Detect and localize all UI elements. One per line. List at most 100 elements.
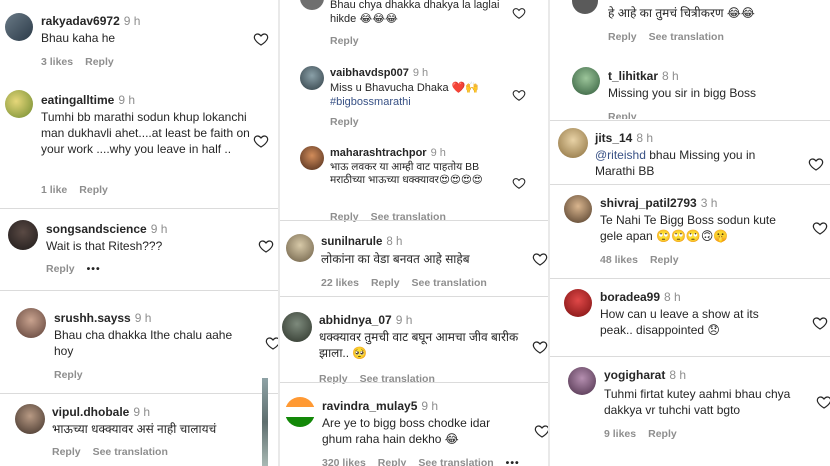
divider (550, 356, 830, 357)
username-text[interactable]: boradea99 (600, 290, 660, 304)
comment-username[interactable]: rakyadav6972 9 h (41, 14, 140, 28)
avatar[interactable] (564, 195, 592, 223)
see-translation-link[interactable]: See translation (360, 373, 435, 385)
more-options-icon[interactable]: ••• (506, 457, 520, 466)
heart-icon[interactable] (512, 176, 526, 190)
comment-username[interactable]: songsandscience 9 h (46, 222, 167, 236)
comment-username[interactable]: maharashtrachpor 9 h (330, 147, 446, 159)
comment-username[interactable]: abhidnya_07 9 h (319, 313, 412, 327)
comment-time: 8 h (386, 236, 403, 248)
username-text[interactable]: songsandscience (46, 222, 147, 236)
heart-icon[interactable] (532, 339, 548, 355)
comment-username[interactable]: t_lihitkar 8 h (608, 69, 679, 83)
comment-username[interactable]: yogigharat 8 h (604, 368, 686, 382)
username-text[interactable]: vaibhavdsp007 (330, 67, 409, 79)
heart-icon[interactable] (253, 31, 269, 47)
reply-button[interactable]: Reply (319, 373, 348, 385)
comment-meta: Reply (330, 116, 371, 128)
reply-button[interactable]: Reply (79, 184, 108, 196)
heart-icon[interactable] (812, 220, 828, 236)
username-text[interactable]: sunilnarule (321, 236, 382, 248)
comment-time: 8 h (636, 131, 654, 145)
username-text[interactable]: vipul.dhobale (52, 405, 129, 419)
reply-button[interactable]: Reply (608, 111, 637, 119)
divider (280, 382, 548, 383)
comment-username[interactable]: shivraj_patil2793 3 h (600, 196, 717, 210)
reply-button[interactable]: Reply (54, 369, 83, 381)
avatar[interactable] (286, 234, 314, 262)
see-translation-link[interactable]: See translation (412, 277, 487, 289)
heart-icon[interactable] (534, 423, 548, 439)
heart-icon[interactable] (808, 156, 824, 172)
avatar[interactable] (15, 404, 45, 434)
heart-icon[interactable] (812, 315, 828, 331)
username-text[interactable]: abhidnya_07 (319, 313, 392, 327)
avatar[interactable] (572, 67, 600, 95)
reply-button[interactable]: Reply (330, 116, 359, 128)
comment-username[interactable]: eatingalltime 9 h (41, 93, 135, 107)
comment-username[interactable]: srushh.sayss 9 h (54, 311, 151, 325)
heart-icon[interactable] (253, 133, 269, 149)
username-text[interactable]: shivraj_patil2793 (600, 196, 697, 210)
username-text[interactable]: yogigharat (604, 368, 665, 382)
heart-icon[interactable] (265, 335, 278, 351)
avatar[interactable] (568, 367, 596, 395)
reply-button[interactable]: Reply (330, 35, 359, 47)
see-translation-link[interactable]: See translation (418, 457, 493, 466)
heart-icon[interactable] (816, 394, 830, 410)
avatar[interactable] (300, 0, 324, 10)
avatar[interactable] (8, 220, 38, 250)
comment-text: Miss u Bhavucha Dhaka ❤️🙌 #bigbossmarathi (330, 81, 505, 109)
avatar[interactable] (300, 146, 324, 170)
reply-button[interactable]: Reply (650, 254, 679, 266)
reply-button[interactable]: Reply (330, 211, 359, 223)
comment-meta: 320 likes Reply See translation ••• (322, 457, 532, 466)
username-text[interactable]: rakyadav6972 (41, 14, 120, 28)
username-text[interactable]: srushh.sayss (54, 311, 131, 325)
comment-username[interactable]: boradea99 8 h (600, 290, 681, 304)
comment-username[interactable]: vipul.dhobale 9 h (52, 405, 150, 419)
reply-button[interactable]: Reply (648, 428, 677, 440)
likes-count[interactable]: 9 likes (604, 428, 636, 440)
likes-count[interactable]: 48 likes (600, 254, 638, 266)
username-text[interactable]: eatingalltime (41, 93, 114, 107)
avatar[interactable] (16, 308, 46, 338)
username-text[interactable]: t_lihitkar (608, 69, 658, 83)
more-options-icon[interactable]: ••• (87, 263, 101, 275)
heart-icon[interactable] (532, 251, 548, 267)
heart-icon[interactable] (512, 88, 526, 102)
heart-icon[interactable] (512, 6, 526, 20)
likes-count[interactable]: 1 like (41, 184, 67, 196)
reply-button[interactable]: Reply (371, 277, 400, 289)
reply-button[interactable]: Reply (52, 446, 81, 458)
comment-username[interactable]: ravindra_mulay5 9 h (322, 399, 438, 413)
likes-count[interactable]: 320 likes (322, 457, 366, 466)
avatar[interactable] (5, 90, 33, 118)
mention-link[interactable]: @riteishd (595, 148, 646, 162)
reply-button[interactable]: Reply (46, 263, 75, 275)
see-translation-link[interactable]: See translation (649, 31, 724, 43)
avatar[interactable] (572, 0, 598, 14)
reply-button[interactable]: Reply (378, 457, 407, 466)
comment-time: 9 h (421, 399, 439, 413)
likes-count[interactable]: 22 likes (321, 277, 359, 289)
flag-avatar[interactable] (285, 397, 315, 427)
reply-button[interactable]: Reply (85, 56, 114, 68)
comment-username[interactable]: vaibhavdsp007 9 h (330, 67, 428, 79)
see-translation-link[interactable]: See translation (93, 446, 168, 458)
avatar[interactable] (5, 13, 33, 41)
comment-username[interactable]: sunilnarule 8 h (321, 236, 402, 248)
avatar[interactable] (282, 312, 312, 342)
username-text[interactable]: maharashtrachpor (330, 147, 427, 159)
likes-count[interactable]: 3 likes (41, 56, 73, 68)
username-text[interactable]: ravindra_mulay5 (322, 399, 417, 413)
avatar[interactable] (300, 66, 324, 90)
reply-button[interactable]: Reply (608, 31, 637, 43)
see-translation-link[interactable]: See translation (371, 211, 446, 223)
avatar[interactable] (558, 128, 588, 158)
avatar[interactable] (564, 289, 592, 317)
hashtag-link[interactable]: #bigbossmarathi (330, 96, 411, 108)
username-text[interactable]: jits_14 (595, 131, 632, 145)
heart-icon[interactable] (258, 238, 274, 254)
comment-username[interactable]: jits_14 8 h (595, 131, 653, 145)
